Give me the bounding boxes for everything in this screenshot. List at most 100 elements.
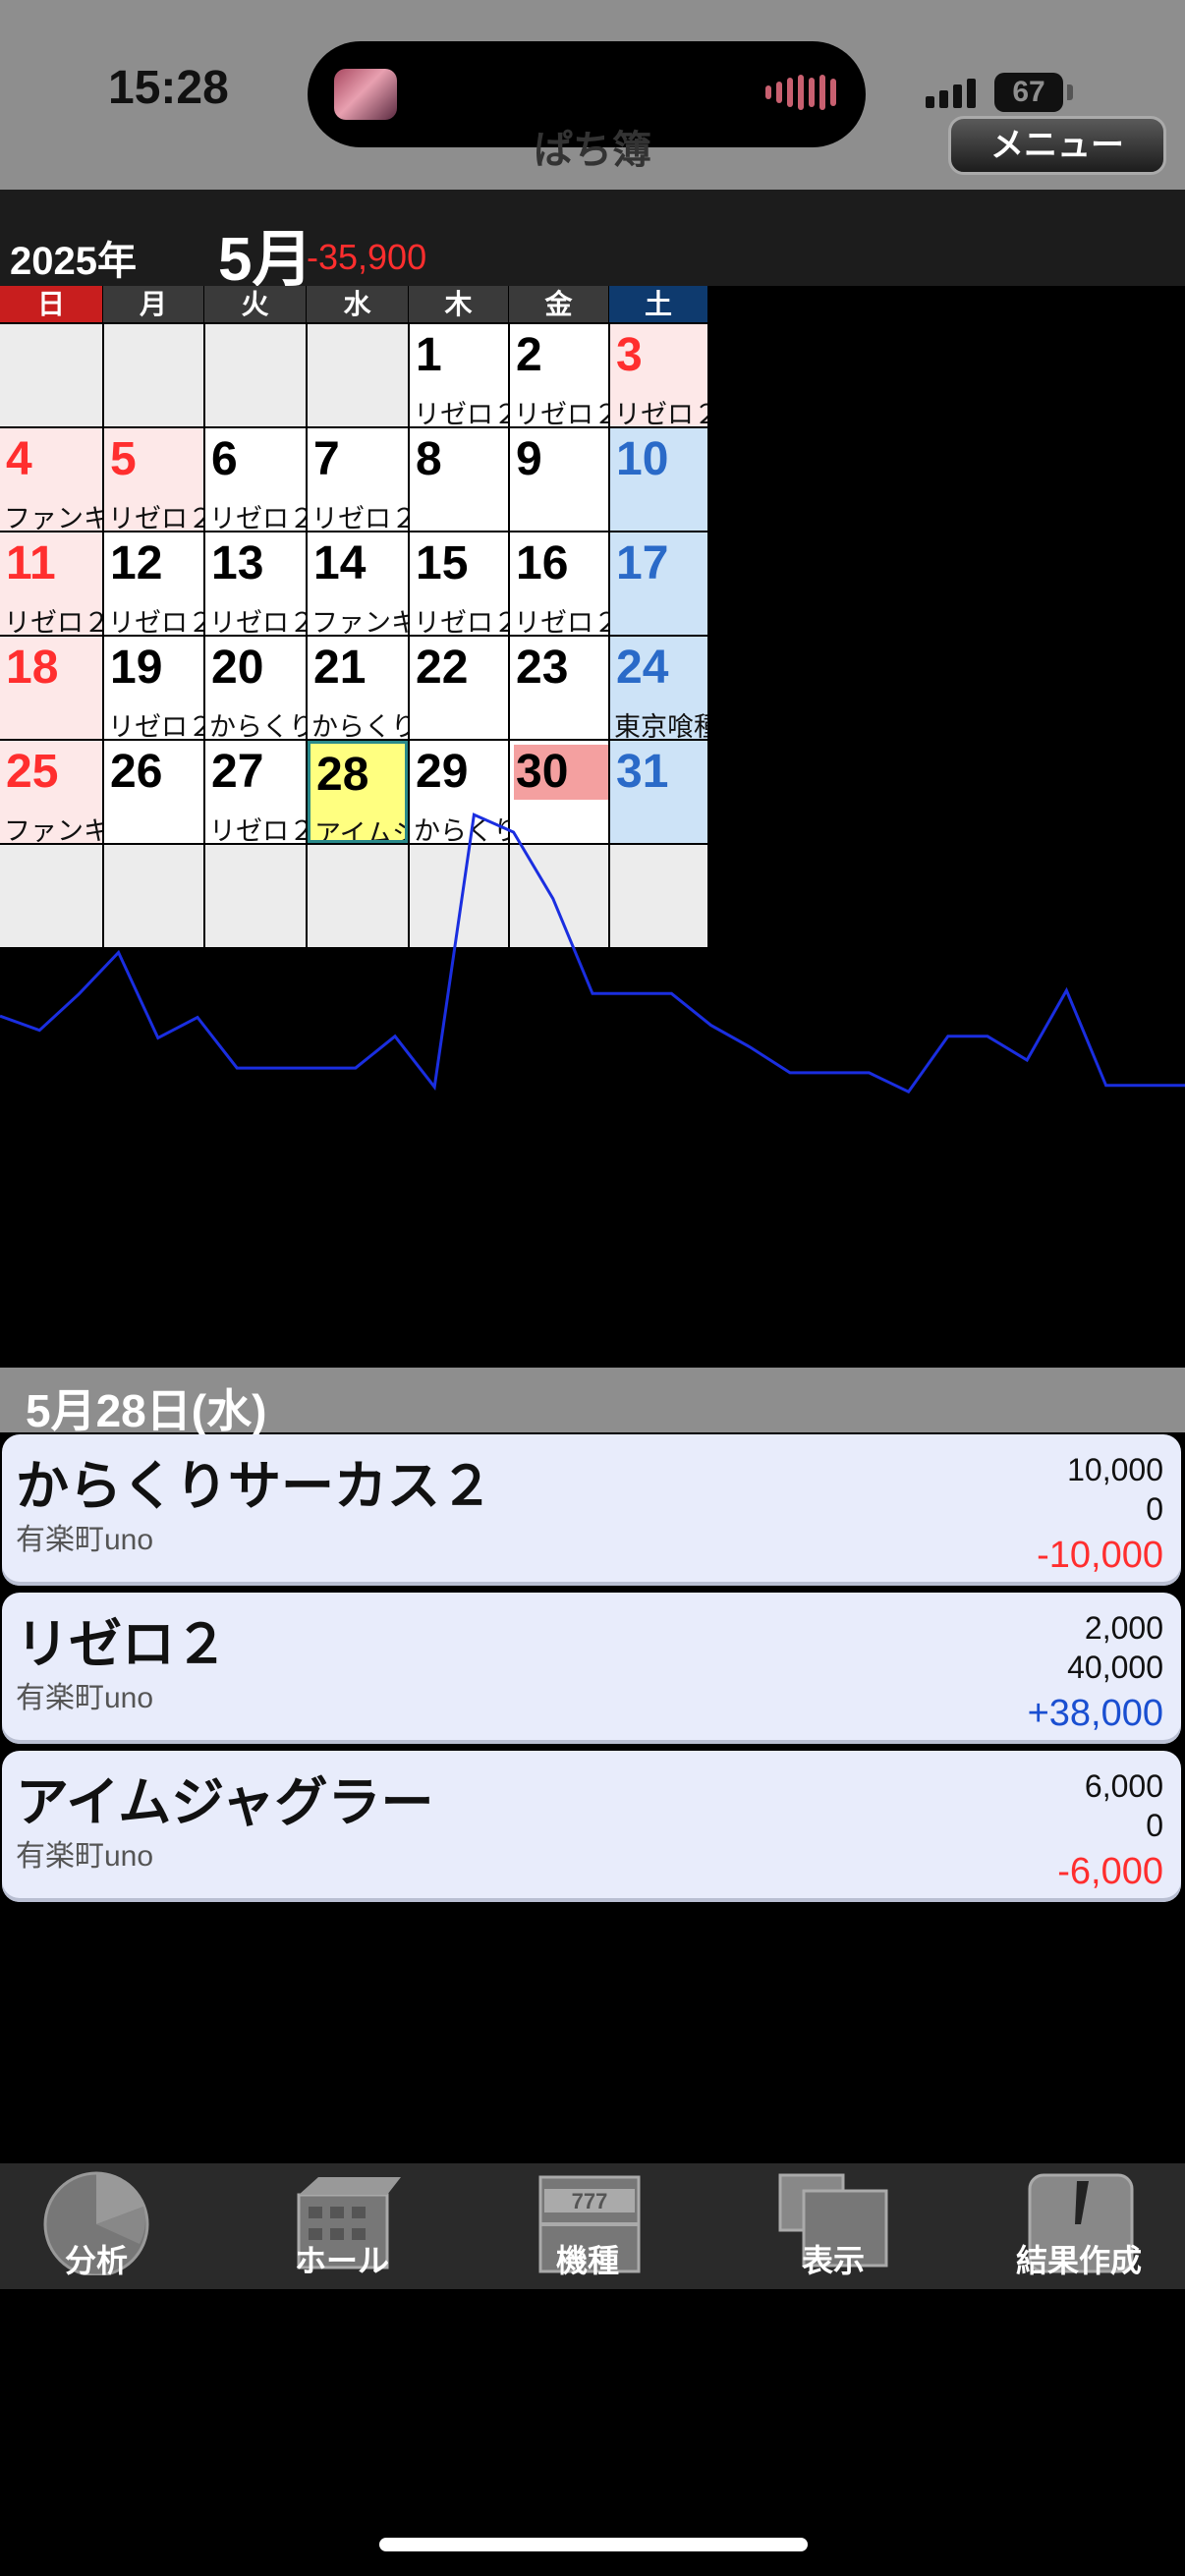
calendar-empty-cell — [0, 845, 102, 947]
calendar-day-17[interactable]: 17 — [610, 532, 707, 635]
day-number: 2 — [516, 329, 542, 381]
record-invest: 6,000 — [1084, 1768, 1163, 1804]
calendar-day-10[interactable]: 10 — [610, 428, 707, 531]
tab-pen[interactable]: 結果作成 — [961, 2163, 1185, 2289]
calendar-empty-cell — [104, 324, 203, 426]
calendar-day-9[interactable]: 9 — [510, 428, 608, 531]
calendar-day-7[interactable]: 7リゼロ２-16,000 — [308, 428, 408, 531]
calendar-day-29[interactable]: 29からくりサーカス２-30,000 — [410, 741, 508, 843]
calendar-day-5[interactable]: 5リゼロ２-27,000 — [104, 428, 203, 531]
calendar-day-30[interactable]: 30 — [510, 741, 608, 843]
record-invest: 2,000 — [1084, 1610, 1163, 1646]
record-total: -10,000 — [1037, 1535, 1163, 1576]
day-number: 9 — [516, 433, 542, 485]
day-number: 13 — [211, 537, 264, 589]
calendar-day-23[interactable]: 23 — [510, 637, 608, 739]
calendar-grid: 1リゼロ２-14,0002リゼロ２-4,5003リゼロ２+11,500 4ファンキ… — [0, 322, 1185, 1368]
calendar-day-11[interactable]: 11リゼロ２+10,000 — [0, 532, 102, 635]
year-label: 2025年 — [10, 240, 137, 283]
calendar-day-1[interactable]: 1リゼロ２-14,000 — [410, 324, 508, 426]
day-number: 14 — [313, 537, 367, 589]
tab-windows[interactable]: 表示 — [715, 2163, 951, 2289]
calendar-day-13[interactable]: 13リゼロ２+86,000 — [205, 532, 306, 635]
tab-slot-machine[interactable]: 777 機種 — [470, 2163, 705, 2289]
day-number: 19 — [110, 642, 163, 694]
calendar-day-14[interactable]: 14ファンキージャグラー-5,500 — [308, 532, 408, 635]
calendar-day-26[interactable]: 26 — [104, 741, 203, 843]
day-number: 6 — [211, 433, 238, 485]
month-label[interactable]: 5月 — [218, 209, 312, 298]
day-machine-label: リゼロ２ — [108, 712, 203, 739]
day-number: 20 — [211, 642, 264, 694]
day-machine-label: ファンキージャグラー — [4, 504, 102, 531]
calendar-day-4[interactable]: 4ファンキージャグラー+13,100 — [0, 428, 102, 531]
calendar-day-15[interactable]: 15リゼロ２-21,000 — [410, 532, 508, 635]
day-number: 25 — [6, 746, 59, 798]
record-card[interactable]: からくりサーカス２ 有楽町uno 10,000 0 -10,000 — [2, 1434, 1181, 1586]
home-indicator — [379, 2538, 808, 2551]
day-number: 16 — [516, 537, 569, 589]
weekday-0: 日 — [0, 286, 102, 322]
calendar-day-2[interactable]: 2リゼロ２-4,500 — [510, 324, 608, 426]
svg-text:777: 777 — [572, 2189, 608, 2213]
month-total: -35,900 — [307, 237, 427, 277]
calendar-day-16[interactable]: 16リゼロ２-30,000 — [510, 532, 608, 635]
record-machine-name: からくりサーカス２ — [16, 1457, 493, 1516]
calendar-empty-cell — [104, 845, 203, 947]
calendar-day-25[interactable]: 25ファンキージャグラー+17,500 — [0, 741, 102, 843]
day-number: 5 — [110, 433, 137, 485]
record-card[interactable]: リゼロ２ 有楽町uno 2,000 40,000 +38,000 — [2, 1593, 1181, 1744]
day-machine-label: リゼロ２ — [209, 504, 306, 531]
day-machine-label: からくりサーカス２ — [209, 712, 306, 739]
calendar-day-20[interactable]: 20からくりサーカス２-7,000 — [205, 637, 306, 739]
day-number: 21 — [313, 642, 367, 694]
record-card[interactable]: アイムジャグラー 有楽町uno 6,000 0 -6,000 — [2, 1751, 1181, 1902]
calendar-empty-cell — [205, 845, 306, 947]
calendar-day-27[interactable]: 27リゼロ２-7,500 — [205, 741, 306, 843]
day-machine-label: リゼロ２ — [311, 504, 408, 531]
battery-cap — [1067, 84, 1073, 100]
calendar-empty-cell — [205, 324, 306, 426]
weekday-6: 土 — [609, 286, 707, 322]
calendar-empty-cell — [410, 845, 508, 947]
tab-pie-chart[interactable]: 分析 — [0, 2163, 214, 2289]
calendar-day-28[interactable]: 28アイムジャグラー+22,000 — [308, 741, 408, 843]
weekday-1: 月 — [103, 286, 203, 322]
calendar-day-18[interactable]: 18 — [0, 637, 102, 739]
record-hall-name: 有楽町uno — [16, 1840, 154, 1873]
calendar-empty-cell — [510, 845, 608, 947]
day-number: 22 — [416, 642, 469, 694]
selected-date-bar: 5月28日(水) — [0, 1368, 1185, 1436]
weekday-3: 水 — [307, 286, 408, 322]
day-number: 15 — [416, 537, 469, 589]
calendar-day-8[interactable]: 8 — [410, 428, 508, 531]
calendar-day-19[interactable]: 19リゼロ２-10,000 — [104, 637, 203, 739]
day-number: 30 — [516, 746, 569, 798]
calendar-day-6[interactable]: 6リゼロ２+6,500 — [205, 428, 306, 531]
calendar-day-22[interactable]: 22 — [410, 637, 508, 739]
calendar-day-31[interactable]: 31 — [610, 741, 707, 843]
record-payout: 0 — [1146, 1491, 1163, 1527]
selected-date-label: 5月28日(水) — [26, 1385, 267, 1436]
record-invest: 10,000 — [1067, 1452, 1163, 1487]
day-number: 7 — [313, 433, 340, 485]
calendar-day-3[interactable]: 3リゼロ２+11,500 — [610, 324, 707, 426]
record-total: -6,000 — [1057, 1851, 1163, 1892]
day-machine-label: リゼロ２ — [4, 608, 102, 635]
calendar-empty-cell — [610, 845, 707, 947]
day-machine-label: リゼロ２ — [108, 608, 203, 635]
tab-building[interactable]: ホール — [224, 2163, 460, 2289]
day-machine-label: ファンキージャグラー — [4, 816, 102, 843]
calendar-day-24[interactable]: 24東京喰種-6,000 — [610, 637, 707, 739]
status-time: 15:28 — [108, 62, 229, 114]
weekday-2: 火 — [204, 286, 306, 322]
calendar-day-12[interactable]: 12リゼロ２-16,000 — [104, 532, 203, 635]
menu-button[interactable]: メニュー — [948, 116, 1166, 175]
record-payout: 0 — [1146, 1808, 1163, 1843]
day-number: 29 — [416, 746, 469, 798]
weekday-header: 日月火水木金土 — [0, 286, 1185, 322]
day-number: 26 — [110, 746, 163, 798]
calendar-empty-cell — [308, 845, 408, 947]
day-number: 17 — [616, 537, 669, 589]
calendar-day-21[interactable]: 21からくりサーカス２-8,000 — [308, 637, 408, 739]
